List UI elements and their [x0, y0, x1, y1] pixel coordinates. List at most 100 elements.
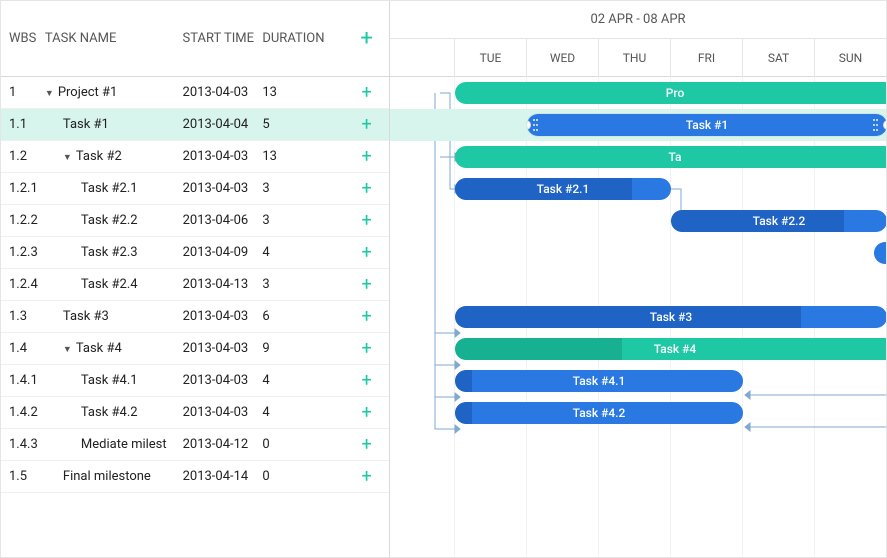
duration-cell[interactable]: 5: [262, 117, 344, 132]
add-task-button[interactable]: +: [344, 82, 389, 103]
start-cell[interactable]: 2013-04-14: [183, 469, 263, 484]
start-cell[interactable]: 2013-04-03: [183, 373, 263, 388]
day-header[interactable]: SUN: [815, 39, 886, 77]
task-bar[interactable]: Task #2.2: [671, 210, 886, 232]
table-row[interactable]: 1.4.2Task #4.22013-04-034+: [1, 397, 389, 429]
start-cell[interactable]: 2013-04-06: [183, 213, 263, 228]
resize-handle-right[interactable]: [883, 120, 886, 130]
add-task-button[interactable]: +: [344, 370, 389, 391]
taskname-cell[interactable]: ▼Project #1: [45, 85, 183, 100]
table-row[interactable]: 1.2.4Task #2.42013-04-133+: [1, 269, 389, 301]
start-cell[interactable]: 2013-04-04: [183, 117, 263, 132]
task-bar[interactable]: Task #4.1: [455, 370, 743, 392]
add-task-button[interactable]: +: [344, 242, 389, 263]
taskname-cell[interactable]: Task #2.3: [45, 245, 183, 260]
duration-cell[interactable]: 3: [262, 181, 344, 196]
day-header[interactable]: SAT: [743, 39, 815, 77]
task-bar[interactable]: [874, 242, 886, 264]
timeline-row: [390, 237, 886, 269]
drag-grip-right[interactable]: [873, 117, 881, 133]
duration-cell[interactable]: 3: [262, 213, 344, 228]
task-bar[interactable]: Task #4.2: [455, 402, 743, 424]
col-header-duration[interactable]: DURATION: [262, 31, 344, 46]
taskname-cell[interactable]: Task #2.2: [45, 213, 183, 228]
duration-cell[interactable]: 3: [262, 277, 344, 292]
taskname-cell[interactable]: ▼Task #4: [45, 341, 183, 356]
chevron-down-icon[interactable]: ▼: [63, 152, 72, 163]
table-row[interactable]: 1.4▼Task #42013-04-039+: [1, 333, 389, 365]
resize-handle-left[interactable]: [527, 120, 531, 130]
add-task-button[interactable]: +: [344, 338, 389, 359]
duration-cell[interactable]: 13: [262, 85, 344, 100]
taskname-cell[interactable]: Task #4.2: [45, 405, 183, 420]
parent-bar[interactable]: Ta: [455, 146, 886, 168]
add-task-button[interactable]: +: [344, 178, 389, 199]
add-column-button[interactable]: +: [344, 26, 389, 51]
add-task-button[interactable]: +: [344, 274, 389, 295]
start-cell[interactable]: 2013-04-13: [183, 277, 263, 292]
day-header[interactable]: FRI: [671, 39, 743, 77]
col-header-start[interactable]: START TIME: [183, 31, 263, 46]
duration-cell[interactable]: 4: [262, 373, 344, 388]
add-task-button[interactable]: +: [344, 466, 389, 487]
duration-cell[interactable]: 6: [262, 309, 344, 324]
day-header[interactable]: TUE: [455, 39, 527, 77]
day-header[interactable]: THU: [599, 39, 671, 77]
task-bar[interactable]: Task #3: [455, 306, 886, 328]
task-bar[interactable]: Task #2.1: [455, 178, 671, 200]
duration-cell[interactable]: 4: [262, 245, 344, 260]
duration-cell[interactable]: 0: [262, 437, 344, 452]
taskname-cell[interactable]: ▼Task #2: [45, 149, 183, 164]
grid-body: 1▼Project #12013-04-0313+1.1Task #12013-…: [1, 77, 389, 557]
table-row[interactable]: 1.1Task #12013-04-045+: [1, 109, 389, 141]
taskname-cell[interactable]: Mediate milest: [45, 437, 183, 452]
start-cell[interactable]: 2013-04-12: [183, 437, 263, 452]
start-cell[interactable]: 2013-04-09: [183, 245, 263, 260]
chevron-down-icon[interactable]: ▼: [45, 88, 54, 99]
start-cell[interactable]: 2013-04-03: [183, 405, 263, 420]
chevron-down-icon[interactable]: ▼: [63, 344, 72, 355]
start-cell[interactable]: 2013-04-03: [183, 85, 263, 100]
taskname-cell[interactable]: Task #2.1: [45, 181, 183, 196]
table-row[interactable]: 1.2.1Task #2.12013-04-033+: [1, 173, 389, 205]
duration-cell[interactable]: 13: [262, 149, 344, 164]
day-header[interactable]: WED: [527, 39, 599, 77]
duration-cell[interactable]: 0: [262, 469, 344, 484]
duration-cell[interactable]: 4: [262, 405, 344, 420]
taskname-cell[interactable]: Final milestone: [45, 469, 183, 484]
col-header-wbs[interactable]: WBS: [1, 31, 45, 46]
table-row[interactable]: 1.4.1Task #4.12013-04-034+: [1, 365, 389, 397]
timeline-body[interactable]: Pro Task #1 Ta Task #2.1 Task #2.2 Task #3 Tas…: [390, 77, 886, 493]
add-task-button[interactable]: +: [344, 146, 389, 167]
drag-grip-left[interactable]: [533, 117, 541, 133]
taskname-cell[interactable]: Task #1: [45, 117, 183, 132]
parent-bar[interactable]: Task #4: [455, 338, 886, 360]
taskname-cell[interactable]: Task #3: [45, 309, 183, 324]
task-name: Task #2.3: [81, 245, 138, 260]
progress-fill: [455, 338, 622, 360]
add-task-button[interactable]: +: [344, 434, 389, 455]
taskname-cell[interactable]: Task #4.1: [45, 373, 183, 388]
table-row[interactable]: 1.3Task #32013-04-036+: [1, 301, 389, 333]
table-row[interactable]: 1.4.3Mediate milest2013-04-120+: [1, 429, 389, 461]
table-row[interactable]: 1.2.2Task #2.22013-04-063+: [1, 205, 389, 237]
task-bar[interactable]: Task #1: [527, 114, 886, 136]
start-cell[interactable]: 2013-04-03: [183, 181, 263, 196]
bar-label: Task #2.2: [753, 214, 806, 228]
table-row[interactable]: 1.2.3Task #2.32013-04-094+: [1, 237, 389, 269]
add-task-button[interactable]: +: [344, 114, 389, 135]
table-row[interactable]: 1.2▼Task #22013-04-0313+: [1, 141, 389, 173]
add-task-button[interactable]: +: [344, 306, 389, 327]
table-row[interactable]: 1▼Project #12013-04-0313+: [1, 77, 389, 109]
col-header-taskname[interactable]: TASK NAME: [45, 31, 183, 46]
start-cell[interactable]: 2013-04-03: [183, 149, 263, 164]
table-row[interactable]: 1.5Final milestone2013-04-140+: [1, 461, 389, 493]
timeline: 02 APR - 08 APR TUEWEDTHUFRISATSUNMON: [390, 1, 886, 557]
add-task-button[interactable]: +: [344, 210, 389, 231]
duration-cell[interactable]: 9: [262, 341, 344, 356]
start-cell[interactable]: 2013-04-03: [183, 341, 263, 356]
add-task-button[interactable]: +: [344, 402, 389, 423]
start-cell[interactable]: 2013-04-03: [183, 309, 263, 324]
parent-bar[interactable]: Pro: [455, 82, 886, 104]
taskname-cell[interactable]: Task #2.4: [45, 277, 183, 292]
